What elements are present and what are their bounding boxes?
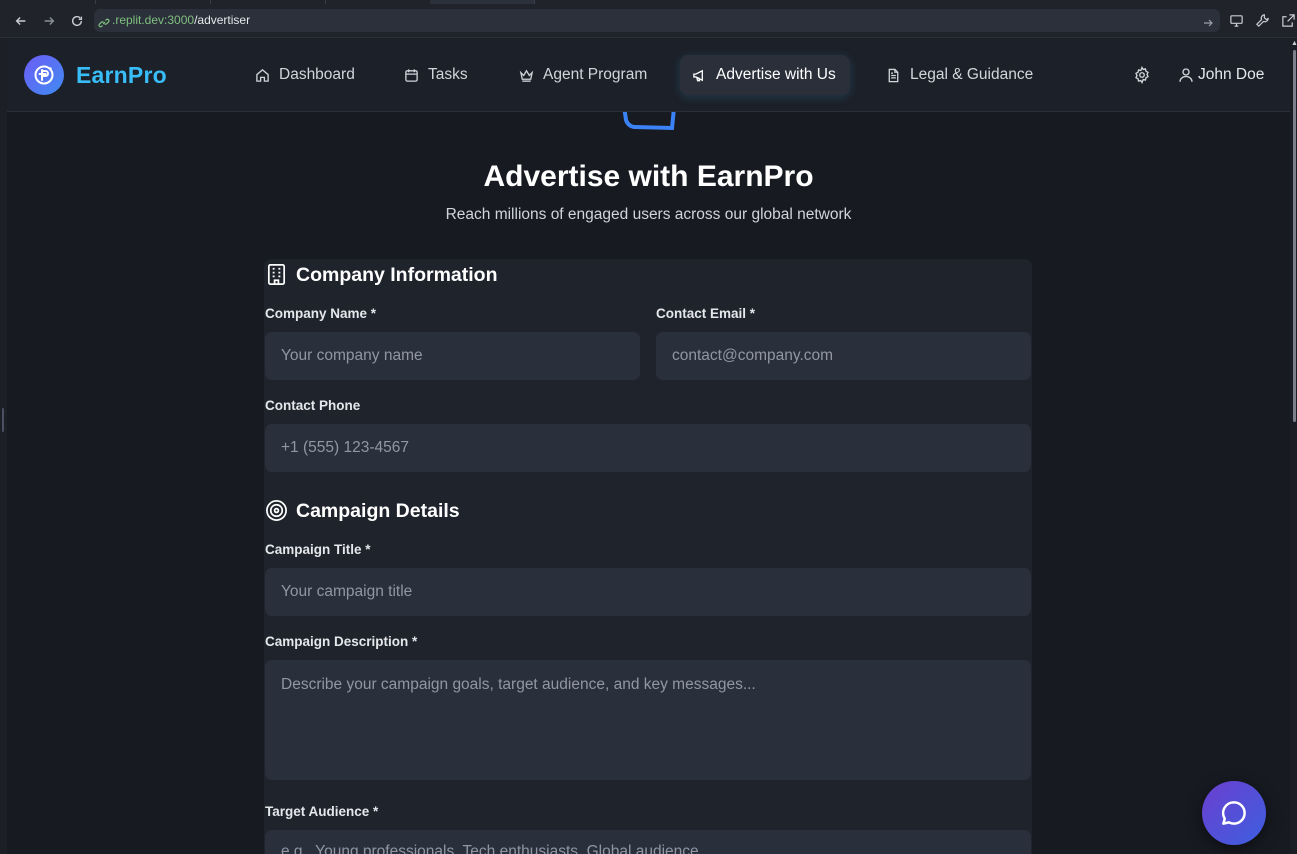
crown-icon xyxy=(519,69,534,82)
go-arrow-icon[interactable] xyxy=(1202,14,1214,27)
building-icon xyxy=(265,263,288,286)
app-header: EarnPro Dashboard Tasks Agent Program Ad… xyxy=(7,38,1290,112)
contact-phone-label: Contact Phone xyxy=(265,398,361,413)
page-subtitle: Reach millions of engaged users across o… xyxy=(445,206,852,223)
campaign-title-input[interactable]: Your campaign title xyxy=(265,568,1031,616)
target-icon xyxy=(265,499,288,522)
calendar-icon xyxy=(405,68,418,82)
home-icon xyxy=(256,68,269,82)
nav-legal[interactable]: Legal & Guidance xyxy=(874,55,1045,95)
scrollbar-thumb[interactable] xyxy=(1293,50,1296,422)
campaign-section-title: Campaign Details xyxy=(296,500,460,522)
nav-legal-label: Legal & Guidance xyxy=(910,66,1034,83)
company-section-title: Company Information xyxy=(296,264,498,286)
user-icon[interactable] xyxy=(1177,66,1195,84)
back-icon[interactable] xyxy=(12,12,30,30)
logo-icon[interactable] xyxy=(24,55,64,95)
nav-advertise-label: Advertise with Us xyxy=(716,66,836,83)
brand-name[interactable]: EarnPro xyxy=(76,62,167,89)
browser-toolbar: .replit.dev:3000/advertiser xyxy=(0,4,1297,38)
contact-phone-input[interactable]: +1 (555) 123-4567 xyxy=(265,424,1031,472)
target-audience-label: Target Audience * xyxy=(265,804,379,819)
device-preview-icon[interactable] xyxy=(1229,13,1245,29)
megaphone-hero-icon xyxy=(618,112,678,132)
nav-tasks-label: Tasks xyxy=(428,66,468,83)
company-name-label: Company Name * xyxy=(265,306,377,321)
user-name[interactable]: John Doe xyxy=(1198,66,1264,84)
devtools-wrench-icon[interactable] xyxy=(1255,13,1271,29)
megaphone-icon xyxy=(693,69,703,81)
chat-bubble-icon xyxy=(1221,801,1246,825)
campaign-description-label: Campaign Description * xyxy=(265,634,418,649)
contact-email-input[interactable]: contact@company.com xyxy=(656,332,1031,380)
nav-dashboard[interactable]: Dashboard xyxy=(243,55,367,95)
reload-icon[interactable] xyxy=(68,12,86,30)
address-bar[interactable]: .replit.dev:3000/advertiser xyxy=(94,9,1220,32)
scroll-up-arrow[interactable]: ▲ xyxy=(1291,40,1297,47)
campaign-title-label: Campaign Title * xyxy=(265,542,371,557)
link-icon xyxy=(98,14,110,28)
page-title: Advertise with EarnPro xyxy=(483,160,814,193)
target-audience-input[interactable]: e.g., Young professionals, Tech enthusia… xyxy=(265,830,1031,854)
contact-email-label: Contact Email * xyxy=(656,306,756,321)
nav-tasks[interactable]: Tasks xyxy=(392,55,480,95)
campaign-description-textarea[interactable]: Describe your campaign goals, target aud… xyxy=(265,660,1031,780)
url-host: .replit.dev:3000 xyxy=(112,13,195,27)
nav-agent-program[interactable]: Agent Program xyxy=(507,55,659,95)
nav-agent-program-label: Agent Program xyxy=(543,66,648,83)
document-icon xyxy=(888,68,899,82)
company-name-input[interactable]: Your company name xyxy=(265,332,640,380)
nav-dashboard-label: Dashboard xyxy=(279,66,355,83)
nav-advertise[interactable]: Advertise with Us xyxy=(680,55,850,95)
url-path: /advertiser xyxy=(194,13,251,27)
open-new-tab-icon[interactable] xyxy=(1281,13,1297,29)
settings-gear-icon[interactable] xyxy=(1133,66,1151,84)
resize-handle[interactable] xyxy=(2,408,4,432)
chat-button[interactable] xyxy=(1202,781,1266,845)
forward-icon[interactable] xyxy=(40,12,58,30)
